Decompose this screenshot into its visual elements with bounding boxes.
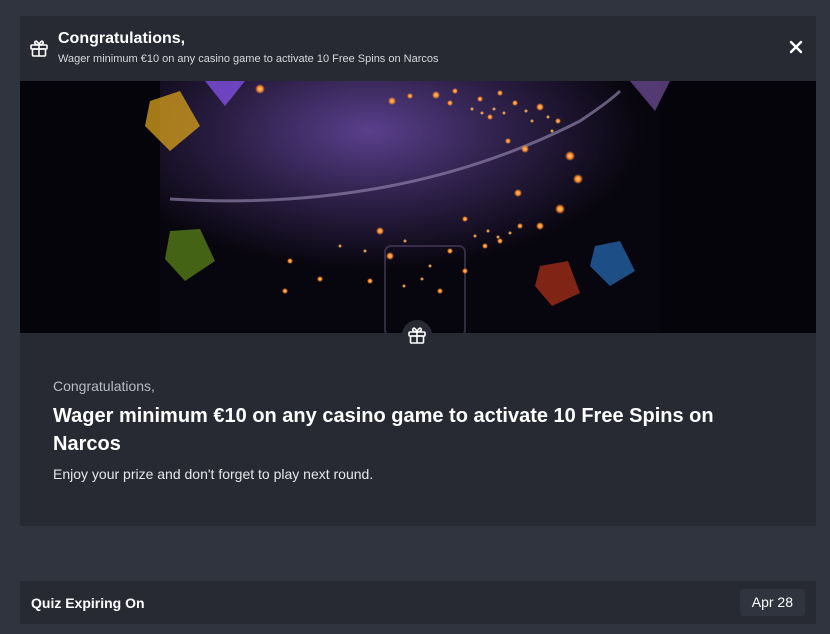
content-kicker: Congratulations, xyxy=(53,378,155,394)
content-body: Enjoy your prize and don't forget to pla… xyxy=(53,466,374,482)
content-title: Wager minimum €10 on any casino game to … xyxy=(53,405,714,455)
modal-header: Congratulations, Wager minimum €10 on an… xyxy=(20,16,816,81)
prize-banner-image xyxy=(20,81,816,333)
gift-badge-icon xyxy=(402,320,432,350)
quiz-expiry-bar: Quiz Expiring On Apr 28 xyxy=(20,581,816,624)
close-icon[interactable] xyxy=(788,39,804,55)
header-subtitle: Wager minimum €10 on any casino game to … xyxy=(58,53,439,65)
prize-modal: Congratulations, Wager minimum €10 on an… xyxy=(20,16,816,526)
quiz-expiry-date: Apr 28 xyxy=(739,589,805,616)
gift-icon xyxy=(29,38,49,58)
header-title: Congratulations, xyxy=(58,30,186,47)
quiz-expiry-label: Quiz Expiring On xyxy=(31,595,145,611)
